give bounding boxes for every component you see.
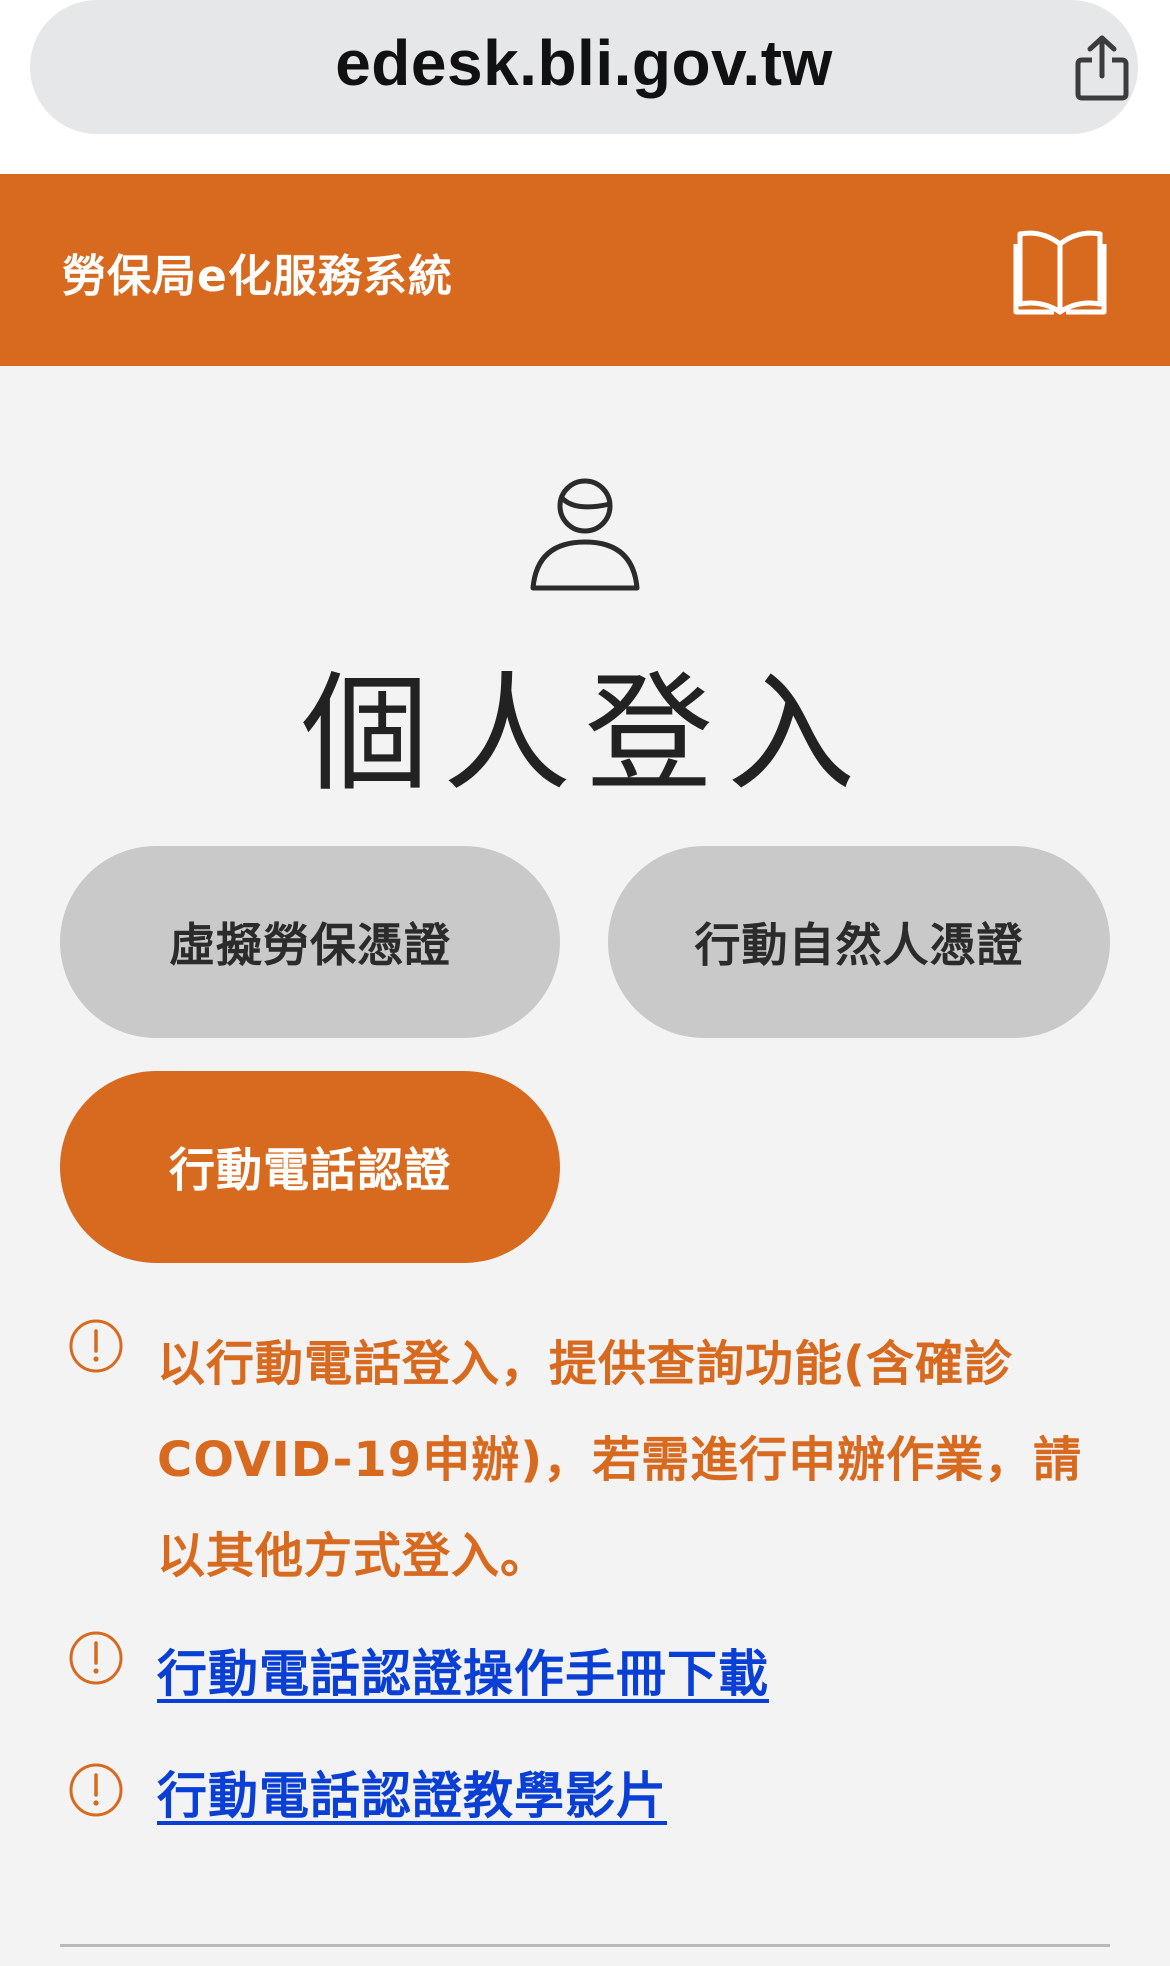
user-icon (530, 478, 640, 591)
app-header: 勞保局e化服務系統 (0, 174, 1170, 366)
info-icon (69, 1319, 123, 1373)
info-icon (69, 1763, 123, 1817)
virtual-cert-button[interactable]: 虛擬勞保憑證 (60, 846, 560, 1038)
url-text[interactable]: edesk.bli.gov.tw (30, 26, 1138, 100)
divider (60, 1944, 1110, 1947)
manual-download-link[interactable]: 行動電話認證操作手冊下載 (157, 1634, 769, 1706)
app-title: 勞保局e化服務系統 (62, 251, 453, 302)
login-title: 個人登入 (300, 660, 869, 809)
browser-bar: edesk.bli.gov.tw (0, 0, 1170, 174)
share-icon[interactable] (1070, 32, 1134, 104)
mobile-id-cert-button[interactable]: 行動自然人憑證 (608, 846, 1110, 1038)
address-bar[interactable]: edesk.bli.gov.tw (30, 0, 1138, 134)
tutorial-video-link[interactable]: 行動電話認證教學影片 (157, 1756, 667, 1828)
notice-text: 以行動電話登入，提供查詢功能(含確診COVID-19申辦)，若需進行申辦作業，請… (157, 1336, 1083, 1584)
phone-auth-button[interactable]: 行動電話認證 (60, 1071, 560, 1263)
book-icon[interactable] (1012, 226, 1108, 318)
info-icon (69, 1631, 123, 1685)
